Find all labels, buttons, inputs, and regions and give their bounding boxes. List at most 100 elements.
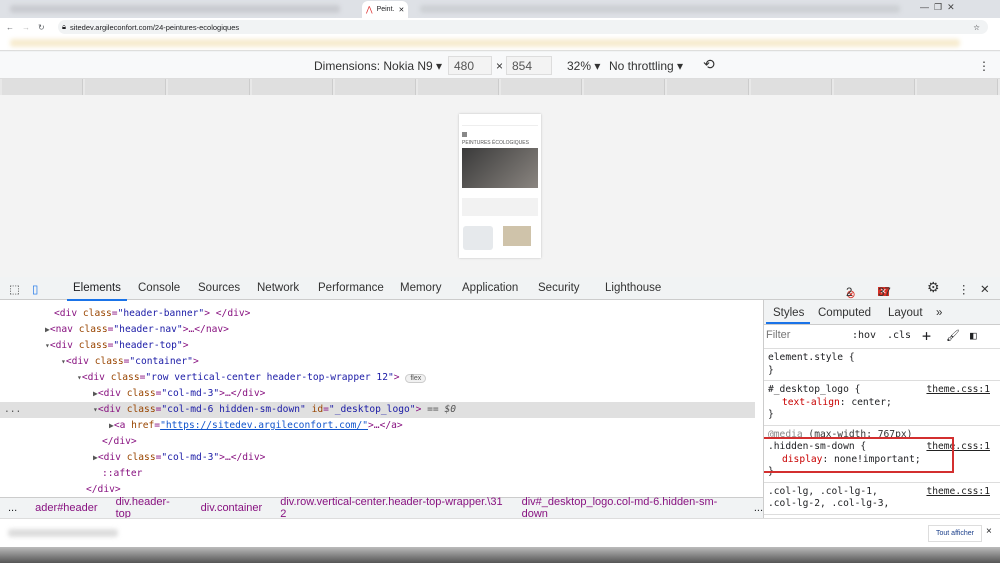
breadcrumb-more[interactable]: ... [8,502,17,514]
forward-icon[interactable]: → [22,23,30,32]
dom-node-markup: <header id="header"> [34,300,150,303]
style-rule[interactable]: .col-lg, .col-lg-1, theme.css:1 .col-lg-2,… [764,483,1000,515]
dom-node-markup: ::after [102,468,143,479]
dom-node-markup: <div class="header-banner"> </div> [54,308,251,319]
taskbar [0,547,1000,563]
dom-node-line[interactable]: </div> [0,434,755,450]
breadcrumb-item[interactable]: div.row.vertical-center.header-top-wrapp… [280,496,503,520]
dom-node-line[interactable]: ▶<div class="col-md-3">…</div> [0,386,755,402]
highlight-box [764,437,954,473]
dom-node-line[interactable]: ::after [0,466,755,482]
dom-node-line[interactable]: ▾<div class="row vertical-center header-… [0,370,755,386]
device-toolbar: Dimensions: Nokia N9 ▾ 480 × 854 32% ▾ N… [0,52,1000,79]
tab-application[interactable]: Application [462,282,518,294]
more-tabs-icon[interactable]: » [936,307,942,319]
source-link[interactable]: theme.css:1 [926,486,990,499]
cls-toggle[interactable]: .cls [887,330,911,341]
show-all-button[interactable]: Tout afficher [928,525,983,542]
media-query-bar[interactable] [0,79,1000,95]
dom-node-markup: <div class="header-top"> [49,340,189,351]
style-rule[interactable]: #_desktop_logo {theme.css:1 text-align: c… [764,381,1000,426]
dom-node-line[interactable]: ▾<div class="header-top"> [0,338,755,354]
tab-console[interactable]: Console [138,282,180,294]
tab-layout[interactable]: Layout [888,307,923,319]
paint-icon[interactable]: 🖌︎ [946,329,960,342]
rotate-icon[interactable]: ⟲ [703,56,715,73]
rule-selector: element.style { [768,352,855,363]
new-rule-icon[interactable]: + [922,327,931,345]
dom-node-markup: <div class="col-md-6 hidden-sm-down" id=… [97,404,422,415]
reload-icon[interactable]: ↻ [38,23,45,32]
styles-filter-input[interactable] [766,329,838,341]
style-rule[interactable]: element.style {} [764,349,1000,381]
star-icon[interactable]: ☆ [973,23,980,32]
source-link[interactable]: theme.css:1 [926,384,990,397]
more-icon[interactable]: ⋮ [958,282,970,296]
hero-image [462,148,538,188]
tab-computed[interactable]: Computed [818,307,871,319]
hov-toggle[interactable]: :hov [852,330,876,341]
dom-node-line[interactable]: ▾<div class="col-md-6 hidden-sm-down" id… [0,402,755,418]
breadcrumb-item[interactable]: ader#header [35,502,97,514]
rule-selector: #_desktop_logo {theme.css:1 [768,384,990,397]
tab-memory[interactable]: Memory [400,282,442,294]
browser-tab-active[interactable]: ⋀ Peint. ✕ [362,1,408,18]
dom-node-line[interactable]: <div class="header-banner"> </div> [0,306,755,322]
height-input[interactable]: 854 [506,56,552,75]
close-download-bar-icon[interactable]: × [986,526,992,537]
more-options-icon[interactable]: ⋮ [978,59,990,73]
tab-lighthouse[interactable]: Lighthouse [605,282,661,294]
dom-node-line[interactable]: ▾<div class="container"> [0,354,755,370]
node-actions-ellipsis[interactable]: ... [4,402,21,418]
breadcrumb-more[interactable]: ... [754,502,763,514]
dom-node-markup: </div> [86,484,121,495]
dom-node-markup: <div class="row vertical-center header-t… [81,372,400,383]
browser-tab-strip: ⋀ Peint. ✕ — ❐ ✕ [0,0,1000,18]
width-input[interactable]: 480 [448,56,492,75]
rule-selector: .col-lg, .col-lg-1, theme.css:1 [768,485,990,499]
device-toggle-icon[interactable]: ▯ [32,282,38,296]
selected-node-marker: == $0 [421,404,456,415]
dom-node-markup: <div class="col-md-3">…</div> [97,452,266,463]
url-field[interactable]: 🔒︎ sitedev.argileconfort.com/24-peinture… [58,20,988,34]
close-devtools-icon[interactable]: ✕ [980,282,990,296]
dom-node-markup: <nav class="header-nav">…</nav> [49,324,229,335]
product-images [463,226,537,250]
tab-sources[interactable]: Sources [198,282,240,294]
site-favicon-icon: ⋀ [366,5,373,14]
tab-performance[interactable]: Performance [318,282,384,294]
dom-node-line[interactable]: ▶<div class="col-md-3">…</div> [0,450,755,466]
zoom-select[interactable]: 32% ▾ [567,59,600,73]
throttling-select[interactable]: No throttling ▾ [609,59,683,73]
sidebar-toggle-icon[interactable]: ◧ [970,329,977,342]
settings-gear-icon[interactable]: ⚙ [927,279,940,296]
mobile-page-preview[interactable]: PEINTURES ÉCOLOGIQUES [459,114,541,258]
breadcrumb-item[interactable]: div.container [201,502,263,514]
window-controls[interactable]: — ❐ ✕ [920,2,955,13]
devtools-panel: ⬚ ▯ Elements Console Sources Network Per… [0,277,1000,520]
breadcrumb: ... ader#header div.header-top div.containe… [0,496,763,520]
inspect-icon[interactable]: ⬚ [9,282,20,296]
dom-node-line[interactable]: ▶<nav class="header-nav">…</nav> [0,322,755,338]
dom-node-markup: <div class="col-md-3">…</div> [97,388,266,399]
back-icon[interactable]: ← [6,23,14,32]
tab-security[interactable]: Security [538,282,580,294]
styles-pane: Styles Computed Layout » :hov .cls + 🖌︎ … [763,300,1000,518]
dom-tree[interactable]: ▾<header id="header"><div class="header-… [0,300,755,497]
tab-network[interactable]: Network [257,282,299,294]
devtools-tabbar: ⬚ ▯ Elements Console Sources Network Per… [0,277,1000,301]
dom-node-line[interactable]: ▶<a href="https://sitedev.argileconfort.… [0,418,755,434]
bookmarks-bar [0,36,1000,51]
dom-node-markup: </div> [102,436,137,447]
breadcrumb-item[interactable]: div.header-top [116,496,183,520]
device-select[interactable]: Dimensions: Nokia N9 ▾ [314,59,442,73]
breadcrumb-item[interactable]: div#_desktop_logo.col-md-6.hidden-sm-dow… [522,496,736,520]
tab-elements[interactable]: Elements [67,282,127,301]
dom-node-markup: <div class="container"> [65,356,199,367]
flex-badge[interactable]: flex [405,374,427,383]
style-declaration[interactable]: text-align: center; [768,397,996,410]
download-bar: Tout afficher × [0,518,1000,547]
dom-node-line[interactable]: </div> [0,482,755,497]
tab-styles[interactable]: Styles [773,307,804,319]
tab-close-icon[interactable]: ✕ [398,6,404,14]
